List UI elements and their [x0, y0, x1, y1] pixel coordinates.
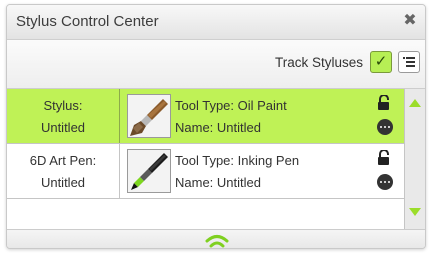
pen-type-label: 6D Art Pen:	[29, 153, 97, 168]
tool-type-text: Tool Type: Inking Pen	[175, 153, 300, 168]
scroll-up-arrow-icon[interactable]	[409, 99, 421, 107]
title-bar[interactable]: Stylus Control Center ✖	[7, 5, 425, 40]
list-icon[interactable]	[398, 51, 420, 73]
pen-name-cell: 6D Art Pen: Untitled	[7, 144, 120, 198]
stylus-list: Stylus: Untitled Tool Type: Oil Paint Na…	[7, 89, 405, 229]
stylus-control-center-window: Stylus Control Center ✖ Track Styluses ✓…	[6, 4, 426, 249]
stylus-name-text: Name: Untitled	[175, 120, 261, 135]
close-icon[interactable]: ✖	[401, 12, 419, 30]
more-options-icon[interactable]	[377, 174, 393, 190]
scroll-down-arrow-icon[interactable]	[409, 208, 421, 216]
window-title: Stylus Control Center	[16, 13, 159, 30]
toolbar: Track Styluses ✓	[7, 40, 425, 89]
pen-name-cell: Stylus: Untitled	[7, 89, 120, 143]
inking-pen-icon[interactable]	[127, 149, 171, 193]
track-styluses-label: Track Styluses	[274, 55, 363, 70]
unlocked-padlock-icon[interactable]	[377, 94, 391, 116]
scrollbar[interactable]	[404, 89, 425, 229]
unlocked-padlock-icon[interactable]	[377, 149, 391, 171]
tool-type-text: Tool Type: Oil Paint	[175, 98, 287, 113]
pen-title-label: Untitled	[40, 175, 86, 190]
connection-signal-icon	[205, 232, 229, 248]
track-styluses-checkbox[interactable]: ✓	[370, 51, 392, 73]
oil-paint-brush-icon[interactable]	[127, 94, 171, 138]
stylus-name-text: Name: Untitled	[175, 175, 261, 190]
pen-type-label: Stylus:	[43, 98, 83, 113]
stylus-row[interactable]: 6D Art Pen: Untitled Tool Type: Inking P…	[7, 144, 405, 199]
more-options-icon[interactable]	[377, 119, 393, 135]
stylus-row[interactable]: Stylus: Untitled Tool Type: Oil Paint Na…	[7, 89, 405, 144]
pen-title-label: Untitled	[40, 120, 86, 135]
footer-bar	[7, 229, 425, 248]
